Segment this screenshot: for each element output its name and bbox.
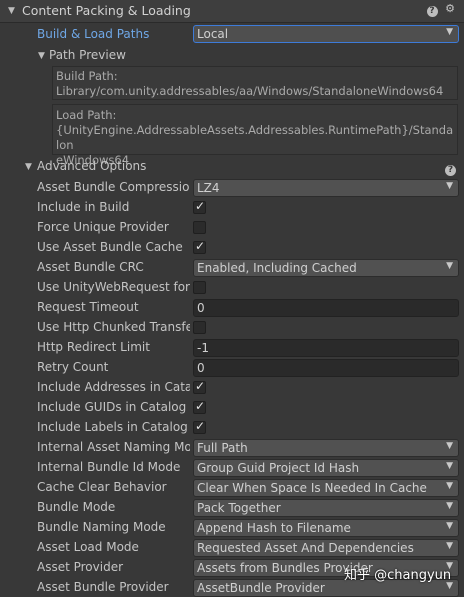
dropdown-value: Local <box>197 27 229 41</box>
field-dropdown[interactable]: Enabled, Including Cached ▼ <box>193 259 459 277</box>
field-dropdown[interactable]: Pack Together ▼ <box>193 499 459 517</box>
field-label: Use UnityWebRequest for L <box>37 280 190 294</box>
chevron-down-icon: ▼ <box>446 261 453 271</box>
field-checkbox[interactable] <box>193 281 206 294</box>
field-label: Include GUIDs in Catalog <box>37 400 187 414</box>
chevron-down-icon: ▼ <box>446 541 453 551</box>
field-checkbox[interactable] <box>193 221 206 234</box>
dropdown-value: AssetBundle Provider <box>197 581 325 595</box>
foldout-arrow-icon[interactable]: ▼ <box>8 6 15 16</box>
build-load-paths-dropdown[interactable]: Local ▼ <box>193 25 459 43</box>
dropdown-value: Pack Together <box>197 501 281 515</box>
load-path-box: Load Path: {UnityEngine.AddressableAsset… <box>52 104 458 167</box>
chevron-down-icon: ▼ <box>446 441 453 451</box>
field-label: Http Redirect Limit <box>37 340 150 354</box>
help-icon[interactable]: ? <box>425 3 439 17</box>
load-path-label: Load Path: <box>56 108 117 122</box>
field-checkbox[interactable] <box>193 321 206 334</box>
checkmark-icon: ✓ <box>195 399 206 413</box>
field-dropdown[interactable]: Full Path ▼ <box>193 439 459 457</box>
checkmark-icon: ✓ <box>195 379 206 393</box>
field-label: Bundle Mode <box>37 500 116 514</box>
checkmark-icon: ✓ <box>195 419 206 433</box>
field-label: Request Timeout <box>37 300 139 314</box>
advanced-options-label: Advanced Options <box>37 159 147 173</box>
field-label: Use Asset Bundle Cache <box>37 240 183 254</box>
field-label: Asset Load Mode <box>37 540 139 554</box>
section-header[interactable]: ▼ Content Packing & Loading ? ⚙ <box>0 0 464 23</box>
path-preview-label: Path Preview <box>49 48 126 62</box>
chevron-down-icon: ▼ <box>446 521 453 531</box>
question-icon[interactable]: ? <box>445 161 456 176</box>
dropdown-value: Group Guid Project Id Hash <box>197 461 360 475</box>
text-input-value: 0 <box>197 301 205 315</box>
text-input-value: -1 <box>197 341 209 355</box>
field-checkbox[interactable]: ✓ <box>193 399 206 414</box>
load-path-value-line1: {UnityEngine.AddressableAssets.Addressab… <box>56 123 454 152</box>
field-checkbox[interactable]: ✓ <box>193 419 206 434</box>
field-label: Include Addresses in Catalo <box>37 380 190 394</box>
dropdown-value: Enabled, Including Cached <box>197 261 357 275</box>
field-label: Cache Clear Behavior <box>37 480 167 494</box>
chevron-down-icon: ▼ <box>446 27 453 37</box>
field-label: Asset Provider <box>37 560 124 574</box>
path-preview-foldout-icon[interactable]: ▼ <box>38 51 45 61</box>
field-text-input[interactable]: 0 <box>193 299 459 317</box>
field-text-input[interactable]: 0 <box>193 359 459 377</box>
section-title: Content Packing & Loading <box>22 3 191 18</box>
build-path-value: Library/com.unity.addressables/aa/Window… <box>56 84 444 98</box>
gear-icon[interactable]: ⚙ <box>443 2 457 16</box>
build-path-label: Build Path: <box>56 69 118 83</box>
field-checkbox[interactable]: ✓ <box>193 199 206 214</box>
field-label: Internal Bundle Id Mode <box>37 460 181 474</box>
dropdown-value: Full Path <box>197 441 248 455</box>
checkmark-icon: ✓ <box>195 239 206 253</box>
field-label: Bundle Naming Mode <box>37 520 166 534</box>
field-label: Asset Bundle CRC <box>37 260 144 274</box>
dropdown-value: Append Hash to Filename <box>197 521 351 535</box>
field-checkbox[interactable]: ✓ <box>193 239 206 254</box>
field-text-input[interactable]: -1 <box>193 339 459 357</box>
field-label: Retry Count <box>37 360 109 374</box>
field-checkbox[interactable]: ✓ <box>193 379 206 394</box>
field-label: Use Http Chunked Transfer <box>37 320 190 334</box>
field-label: Asset Bundle Compression <box>37 180 190 194</box>
chevron-down-icon: ▼ <box>446 481 453 491</box>
field-label: Include in Build <box>37 200 130 214</box>
dropdown-value: Requested Asset And Dependencies <box>197 541 414 555</box>
field-dropdown[interactable]: Clear When Space Is Needed In Cache ▼ <box>193 479 459 497</box>
chevron-down-icon: ▼ <box>446 461 453 471</box>
field-dropdown[interactable]: Group Guid Project Id Hash ▼ <box>193 459 459 477</box>
chevron-down-icon: ▼ <box>446 181 453 191</box>
dropdown-value: Clear When Space Is Needed In Cache <box>197 481 427 495</box>
field-label: Internal Asset Naming Mode <box>37 440 190 454</box>
field-label: Include Labels in Catalog <box>37 420 188 434</box>
field-label: Asset Bundle Provider <box>37 580 169 594</box>
build-path-box: Build Path: Library/com.unity.addressabl… <box>52 66 458 100</box>
field-label: Force Unique Provider <box>37 220 169 234</box>
text-input-value: 0 <box>197 361 205 375</box>
chevron-down-icon: ▼ <box>446 501 453 511</box>
advanced-options-foldout-icon[interactable]: ▼ <box>25 162 32 172</box>
field-dropdown[interactable]: Append Hash to Filename ▼ <box>193 519 459 537</box>
field-dropdown[interactable]: LZ4 ▼ <box>193 179 459 197</box>
checkmark-icon: ✓ <box>195 199 206 213</box>
field-dropdown[interactable]: Requested Asset And Dependencies ▼ <box>193 539 459 557</box>
build-load-paths-label: Build & Load Paths <box>37 27 150 41</box>
dropdown-value: LZ4 <box>197 181 220 195</box>
watermark: 知乎 @changyun <box>344 568 452 583</box>
